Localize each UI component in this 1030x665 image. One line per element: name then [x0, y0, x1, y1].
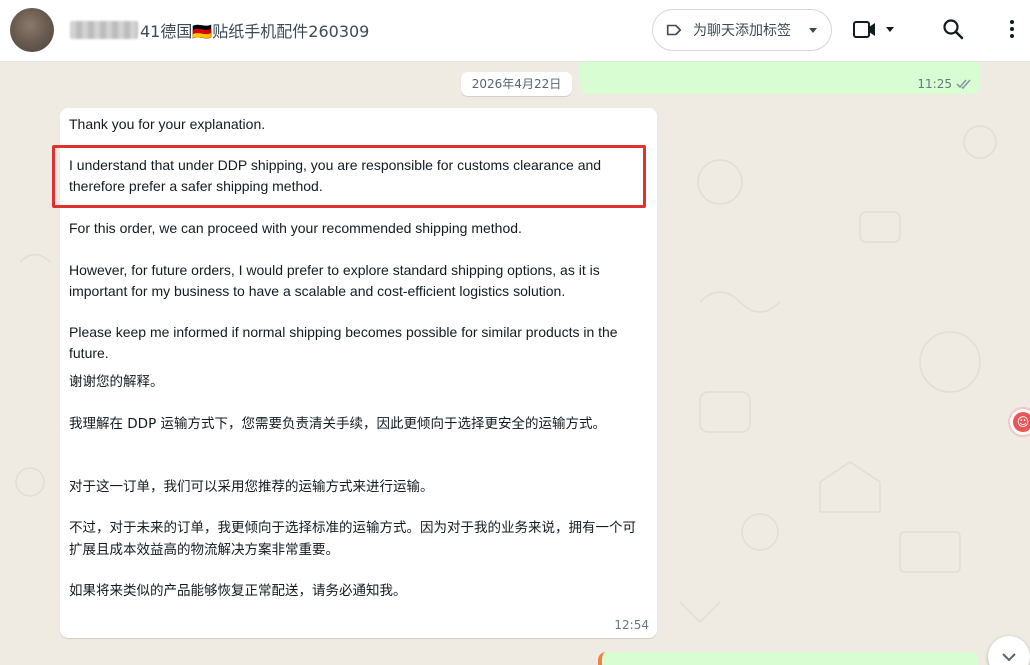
message-paragraph: For this order, we can proceed with your… — [69, 220, 522, 236]
chat-header: 41德国🇩🇪贴纸手机配件260309 为聊天添加标签 — [0, 0, 1030, 62]
message-time: 12:54 — [614, 618, 649, 632]
message-paragraph-zh: 我理解在 DDP 运输方式下，您需要负责清关手续，因此更倾向于选择更安全的运输方… — [69, 416, 607, 432]
chat-title-text: 41德国🇩🇪贴纸手机配件260309 — [140, 22, 370, 41]
chat-title[interactable]: 41德国🇩🇪贴纸手机配件260309 — [70, 18, 369, 42]
add-chat-label-button[interactable]: 为聊天添加标签 — [652, 9, 832, 51]
chevron-down-icon — [809, 28, 817, 33]
message-time: 11:25 — [917, 77, 952, 91]
video-call-button[interactable] — [852, 18, 902, 42]
search-icon — [943, 19, 964, 40]
message-paragraph: Thank you for your explanation. — [69, 116, 266, 132]
contact-avatar[interactable] — [10, 8, 54, 52]
read-ticks-icon — [956, 79, 971, 89]
search-button[interactable] — [941, 17, 965, 41]
outgoing-message[interactable]: 11:25 — [580, 62, 980, 94]
message-paragraph-zh: 如果将来类似的产品能够恢复正常配送，请务必通知我。 — [69, 583, 407, 599]
kebab-menu-icon — [1010, 20, 1014, 38]
message-paragraph-zh: 对于这一订单，我们可以采用您推荐的运输方式来进行运输。 — [69, 479, 434, 495]
date-separator: 2026年4月22日 — [461, 72, 572, 96]
message-paragraph-zh: 不过，对于未来的订单，我更倾向于选择标准的运输方式。因为对于我的业务来说，拥有一… — [69, 520, 636, 558]
video-camera-icon — [853, 21, 894, 38]
outgoing-message-reply[interactable] — [598, 652, 978, 665]
add-chat-label-text: 为聊天添加标签 — [693, 23, 791, 39]
message-paragraph-zh: 谢谢您的解释。 — [69, 374, 164, 390]
redacted-name — [70, 21, 138, 39]
message-list[interactable]: 11:25 2026年4月22日 Thank you for your expl… — [0, 62, 1030, 665]
more-options-button[interactable] — [1000, 17, 1024, 41]
message-paragraph: Please keep me informed if normal shippi… — [69, 324, 618, 361]
chevron-down-icon — [1002, 653, 1016, 662]
emoji-icon: ☺ — [1013, 412, 1030, 432]
label-icon — [666, 24, 682, 36]
highlight-annotation-box — [52, 145, 646, 208]
reaction-button[interactable]: ☺ — [1008, 407, 1030, 437]
message-paragraph: However, for future orders, I would pref… — [69, 262, 600, 299]
incoming-message[interactable]: Thank you for your explanation. I unders… — [52, 108, 657, 638]
